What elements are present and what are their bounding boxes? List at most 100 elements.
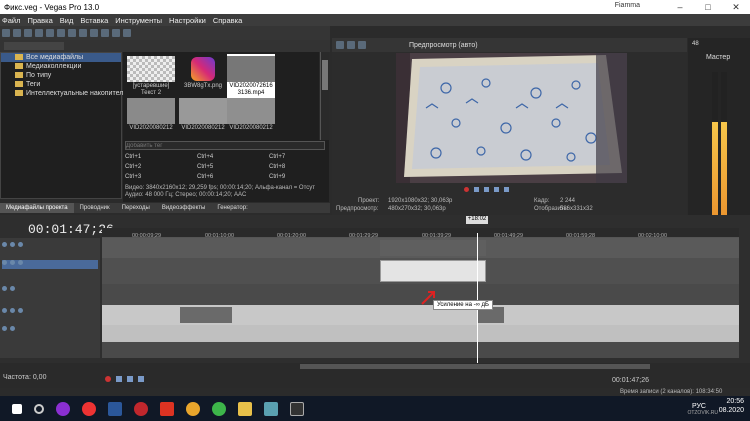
video-track-header[interactable] xyxy=(2,242,98,251)
loop-icon[interactable] xyxy=(116,376,122,382)
vegas-icon[interactable] xyxy=(290,401,304,416)
preview-frame xyxy=(396,53,627,183)
menu-file[interactable]: Файл xyxy=(2,16,20,25)
frame-value: 2 244 xyxy=(560,198,576,204)
preview-quality[interactable]: Предпросмотр (авто) xyxy=(409,42,478,49)
menu-edit[interactable]: Правка xyxy=(27,16,52,25)
folder-icon[interactable] xyxy=(238,401,252,416)
close-button[interactable]: ✕ xyxy=(722,0,750,14)
monitor-icon[interactable] xyxy=(347,41,355,49)
menu-settings[interactable]: Настройки xyxy=(169,16,206,25)
playhead[interactable] xyxy=(477,233,478,363)
media-info: Видео: 3840x2160x12; 29,259 fps; 00:00:1… xyxy=(123,185,329,202)
video-clip[interactable] xyxy=(180,307,232,323)
media-item-selected[interactable]: VID2020072616 3136.mp4 xyxy=(227,54,275,99)
save-icon[interactable] xyxy=(24,29,32,37)
tree-item-by-type[interactable]: По типу xyxy=(1,71,121,80)
video-clip[interactable] xyxy=(380,240,486,256)
tab-explorer[interactable]: Проводник xyxy=(74,203,116,213)
app-icon[interactable] xyxy=(264,401,278,416)
audio-track-header[interactable] xyxy=(2,326,98,335)
video-track[interactable] xyxy=(102,258,739,284)
stop-icon[interactable] xyxy=(504,187,509,192)
vegas-window: Фикс.veg - Vegas Pro 13.0 Fiamma – □ ✕ Ф… xyxy=(0,0,750,421)
split-icon[interactable] xyxy=(358,41,366,49)
undo-icon[interactable] xyxy=(90,29,98,37)
tree-item-tags[interactable]: Теги xyxy=(1,80,121,89)
snap-icon[interactable] xyxy=(112,29,120,37)
tag-field[interactable] xyxy=(125,141,325,150)
loop-icon[interactable] xyxy=(474,187,479,192)
rate-label: Частота: 0,00 xyxy=(3,374,47,381)
tree-item-smart[interactable]: Интеллектуальные накопители xyxy=(1,89,127,98)
cut-icon[interactable] xyxy=(57,29,65,37)
pdf-icon[interactable] xyxy=(160,401,174,416)
media-item[interactable]: 3BW8gTx.png xyxy=(179,56,227,90)
tab-generators[interactable]: Генератор: xyxy=(211,203,253,213)
stop-icon[interactable] xyxy=(138,376,144,382)
menu-view[interactable]: Вид xyxy=(60,16,74,25)
chrome-icon[interactable] xyxy=(186,401,200,416)
media-item[interactable]: VID2020080212 xyxy=(127,98,175,132)
folder-icon xyxy=(15,63,23,70)
timeline-scrollbar[interactable] xyxy=(300,364,650,369)
search-icon[interactable] xyxy=(34,403,44,414)
word-icon[interactable] xyxy=(108,401,122,416)
audio-track[interactable] xyxy=(102,305,739,325)
new-icon[interactable] xyxy=(2,29,10,37)
window-docking-tabs: Медиафайлы проекта Проводник Переходы Ви… xyxy=(0,203,330,213)
record-icon[interactable] xyxy=(464,187,469,192)
play-icon[interactable] xyxy=(127,376,133,382)
audio-track[interactable] xyxy=(102,325,739,342)
tab-video-fx[interactable]: Видеоэффекты xyxy=(156,203,212,213)
shortcut-label: Ctrl+2 xyxy=(125,164,142,170)
video-track-header-selected[interactable] xyxy=(2,260,98,269)
alice-icon[interactable] xyxy=(56,401,70,416)
taskbar: РУС OTZOVIK.RU 20:56 08.2020 xyxy=(0,396,750,421)
windows-icon[interactable] xyxy=(12,403,22,414)
language-indicator[interactable]: РУС xyxy=(692,403,706,410)
settings-icon[interactable] xyxy=(336,41,344,49)
video-clip-fx[interactable] xyxy=(380,260,486,282)
menu-tools[interactable]: Инструменты xyxy=(115,16,162,25)
time-ruler[interactable]: 00:00:09;29 00:01:10;00 00:01:20;00 00:0… xyxy=(102,228,739,239)
pause-icon[interactable] xyxy=(494,187,499,192)
render-icon[interactable] xyxy=(46,29,54,37)
menu-help[interactable]: Справка xyxy=(213,16,242,25)
scroll-thumb[interactable] xyxy=(322,60,328,90)
copy-icon[interactable] xyxy=(68,29,76,37)
whatsapp-icon[interactable] xyxy=(212,401,226,416)
audio-track-header[interactable] xyxy=(2,308,98,317)
media-item[interactable]: [устаревшие] Текст 2 xyxy=(127,56,175,97)
cursor-marker: +18:02 xyxy=(466,216,488,224)
thumbnail xyxy=(179,98,227,124)
open-icon[interactable] xyxy=(13,29,21,37)
play-icon[interactable] xyxy=(484,187,489,192)
shortcut-label: Ctrl+8 xyxy=(269,164,286,170)
tree-item-collections[interactable]: Медиаколлекции xyxy=(1,62,121,71)
track-headers xyxy=(0,238,100,358)
paste-icon[interactable] xyxy=(79,29,87,37)
clock[interactable]: 20:56 08.2020 xyxy=(719,397,744,415)
record-icon[interactable] xyxy=(105,376,111,382)
tab-project-media[interactable]: Медиафайлы проекта xyxy=(0,203,74,213)
audio-track-header[interactable] xyxy=(2,286,98,295)
yandex-icon[interactable] xyxy=(82,401,96,416)
tree-item-all[interactable]: Все медиафайлы xyxy=(1,53,121,62)
maximize-button[interactable]: □ xyxy=(694,0,722,14)
redo-icon[interactable] xyxy=(101,29,109,37)
properties-icon[interactable] xyxy=(35,29,43,37)
tab-transitions[interactable]: Переходы xyxy=(116,203,156,213)
minimize-button[interactable]: – xyxy=(666,0,694,14)
video-track[interactable] xyxy=(102,238,739,258)
clock-time: 20:56 xyxy=(726,398,744,405)
instagram-icon xyxy=(191,57,215,81)
help-icon[interactable] xyxy=(123,29,131,37)
media-item[interactable]: VID2020080212 xyxy=(227,98,275,132)
record-app-icon[interactable] xyxy=(134,401,148,416)
explorer-tools[interactable] xyxy=(4,42,64,50)
menu-insert[interactable]: Вставка xyxy=(80,16,108,25)
media-item[interactable]: VID2020080212 xyxy=(179,98,227,132)
explorer-scrollbar[interactable] xyxy=(320,52,329,140)
folder-icon xyxy=(15,72,23,79)
